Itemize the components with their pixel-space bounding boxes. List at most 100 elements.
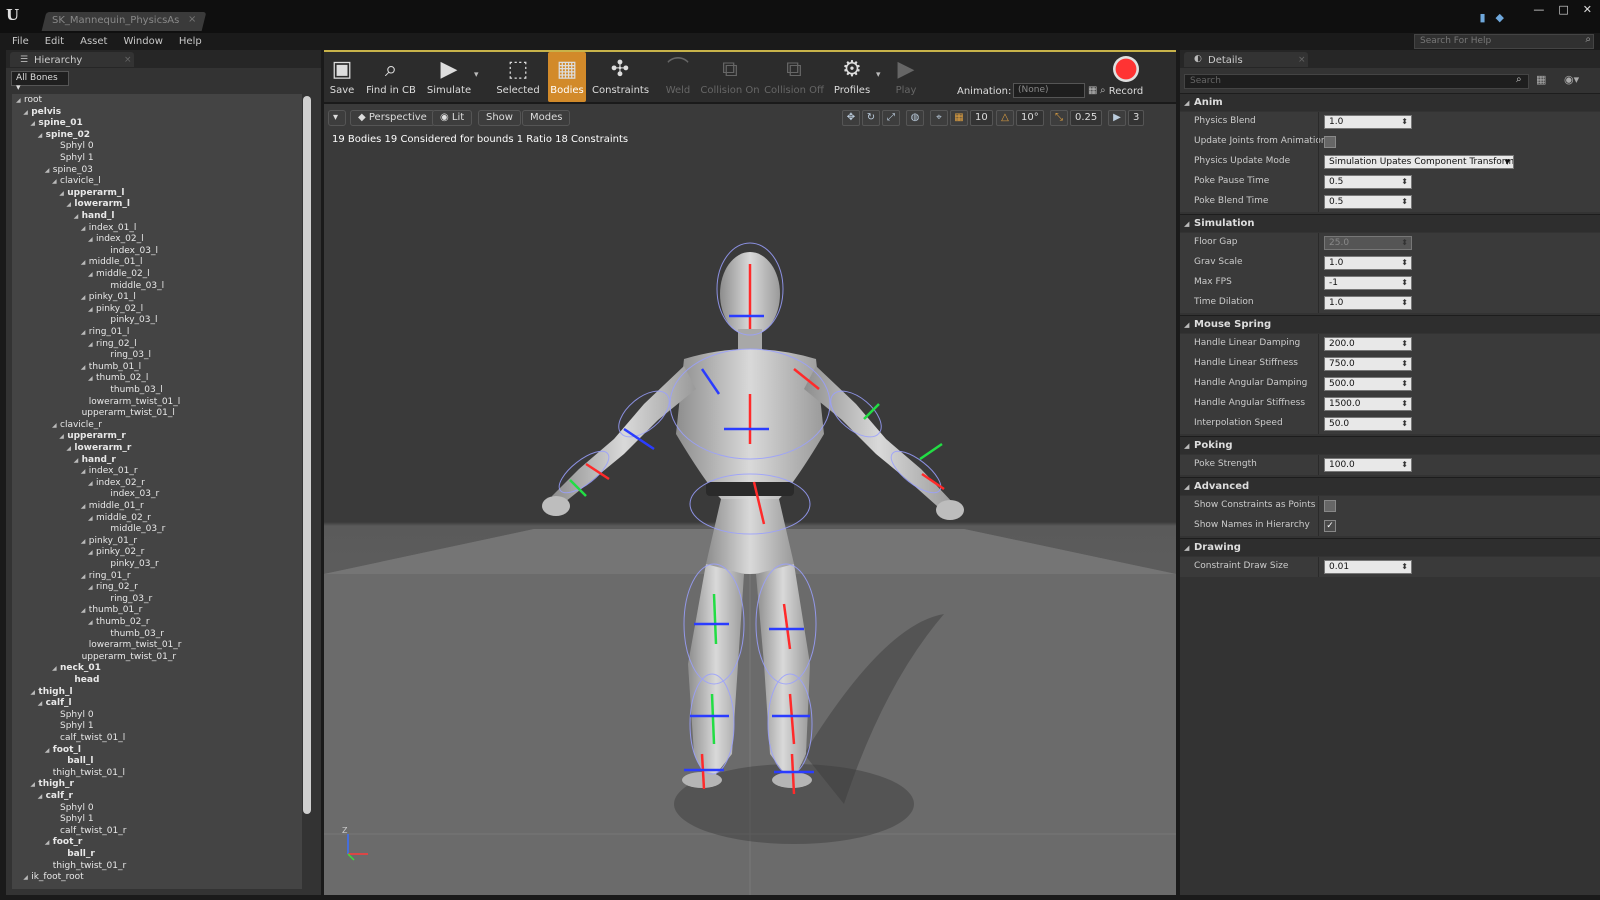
expand-arrow-icon[interactable]: ◢ [38,791,46,803]
camera-speed-icon[interactable]: ▶ [1108,110,1126,126]
grid-snap-value[interactable]: 10 [970,110,993,126]
lit-button[interactable]: ◉ Lit [432,110,473,126]
bone-row[interactable]: ◢ ring_02_l [88,339,137,351]
expand-arrow-icon[interactable]: ◢ [23,872,31,884]
number-field[interactable]: 1.0 ⬍ [1324,115,1412,129]
bone-row[interactable]: Sphyl 0 [52,710,94,722]
bone-row[interactable]: ◢ middle_01_l [81,257,143,269]
help-search-input[interactable]: Search For Help [1414,34,1594,49]
spin-arrows-icon[interactable]: ⬍ [1401,257,1408,269]
bodies-button[interactable]: ▦ Bodies [548,52,586,102]
spin-arrows-icon[interactable]: ⬍ [1401,176,1408,188]
collapse-arrow-icon[interactable]: ◢ [1184,94,1189,112]
translate-icon[interactable]: ✥ [842,110,860,126]
viewport-options-button[interactable]: ▾ [328,110,346,126]
bone-row[interactable]: ball_l [59,756,93,768]
expand-arrow-icon[interactable]: ◢ [81,327,89,339]
column-divider[interactable] [1318,152,1319,172]
category-poking[interactable]: ◢ Poking [1180,436,1600,454]
surface-snap-icon[interactable]: ⌖ [930,110,948,126]
bone-row[interactable]: ◢ hand_r [74,455,116,467]
checkbox[interactable] [1324,500,1336,512]
expand-arrow-icon[interactable]: ◢ [81,257,89,269]
viewport[interactable]: ▾ ◆ Perspective ◉ Lit Show Modes ✥ ↻ ⤢ ◍… [324,104,1176,895]
bone-row[interactable]: ◢ thumb_01_l [81,362,141,374]
bone-row[interactable]: ◢ thigh_r [30,779,74,791]
expand-arrow-icon[interactable]: ◢ [88,339,96,351]
details-tab-close-icon[interactable]: × [1298,55,1306,65]
bone-row[interactable]: ring_03_l [102,350,151,362]
expand-arrow-icon[interactable]: ◢ [88,547,96,559]
number-field[interactable]: 1.0 ⬍ [1324,296,1412,310]
column-divider[interactable] [1318,414,1319,434]
column-divider[interactable] [1318,354,1319,374]
window-close-icon[interactable]: ✕ [1583,3,1592,16]
number-field[interactable]: -1 ⬍ [1324,276,1412,290]
expand-arrow-icon[interactable]: ◢ [23,107,31,119]
bone-row[interactable]: lowerarm_twist_01_l [81,397,181,409]
column-divider[interactable] [1318,334,1319,354]
notification-icon[interactable]: ▮ [1479,11,1485,24]
bone-row[interactable]: ◢ thumb_02_l [88,373,148,385]
bone-row[interactable]: ◢ index_02_l [88,234,144,246]
bone-row[interactable]: ◢ foot_l [45,745,81,757]
expand-arrow-icon[interactable]: ◢ [88,617,96,629]
expand-arrow-icon[interactable]: ◢ [88,234,96,246]
bone-row[interactable]: pinky_03_r [102,559,158,571]
expand-arrow-icon[interactable]: ◢ [45,837,53,849]
play-button[interactable]: ▶ Play [888,52,924,102]
bone-row[interactable]: Sphyl 1 [52,721,94,733]
column-divider[interactable] [1318,172,1319,192]
column-divider[interactable] [1318,496,1319,516]
column-divider[interactable] [1318,233,1319,253]
bone-row[interactable]: ball_r [59,849,95,861]
checkbox[interactable] [1324,136,1336,148]
bone-row[interactable]: ◢ pinky_01_l [81,292,136,304]
spin-arrows-icon[interactable]: ⬍ [1401,378,1408,390]
column-divider[interactable] [1318,192,1319,212]
expand-arrow-icon[interactable]: ◢ [81,362,89,374]
column-divider[interactable] [1318,253,1319,273]
expand-arrow-icon[interactable]: ◢ [88,478,96,490]
expand-arrow-icon[interactable]: ◢ [52,420,60,432]
number-field[interactable]: 1.0 ⬍ [1324,256,1412,270]
details-tab[interactable]: ◐ Details × [1184,52,1308,67]
animation-selector[interactable]: (None) [1013,83,1085,98]
profiles-options-icon[interactable]: ▾ [876,70,881,80]
bone-row[interactable]: lowerarm_twist_01_r [81,640,182,652]
bone-row[interactable]: ◢ thumb_01_r [81,605,143,617]
show-button[interactable]: Show [478,110,521,126]
bone-row[interactable]: middle_03_r [102,524,165,536]
rotation-snap-value[interactable]: 10° [1016,110,1044,126]
bone-row[interactable]: ◢ pinky_02_l [88,304,143,316]
scale-icon[interactable]: ⤢ [882,110,900,126]
bone-row[interactable]: ◢ index_02_r [88,478,145,490]
grid-icon[interactable]: ▦ [1088,85,1097,96]
number-field[interactable]: 1500.0 ⬍ [1324,397,1412,411]
search-icon[interactable]: ⌕ [1516,74,1522,85]
bone-row[interactable]: ◢ ring_01_r [81,571,131,583]
camera-speed-value[interactable]: 3 [1128,110,1145,126]
menu-edit[interactable]: Edit [45,33,64,50]
expand-arrow-icon[interactable]: ◢ [81,571,89,583]
expand-arrow-icon[interactable]: ◢ [81,292,89,304]
bone-row[interactable]: calf_twist_01_l [52,733,125,745]
collapse-arrow-icon[interactable]: ◢ [1184,215,1189,233]
minimize-icon[interactable]: — [1533,3,1544,16]
simulate-options-icon[interactable]: ▾ [474,70,479,80]
number-field[interactable]: 750.0 ⬍ [1324,357,1412,371]
expand-arrow-icon[interactable]: ◢ [88,269,96,281]
bone-row[interactable]: ◢ neck_01 [52,663,101,675]
expand-arrow-icon[interactable]: ◢ [59,188,67,200]
expand-arrow-icon[interactable]: ◢ [81,501,89,513]
spin-arrows-icon[interactable]: ⬍ [1401,358,1408,370]
bone-row[interactable]: thigh_twist_01_r [45,861,126,873]
bone-row[interactable]: head [66,675,99,687]
bone-row[interactable]: ◢ middle_02_l [88,269,150,281]
expand-arrow-icon[interactable]: ◢ [81,605,89,617]
column-divider[interactable] [1318,516,1319,536]
expand-arrow-icon[interactable]: ◢ [81,536,89,548]
category-anim[interactable]: ◢ Anim [1180,93,1600,111]
expand-arrow-icon[interactable]: ◢ [59,431,67,443]
rotation-snap-icon[interactable]: △ [996,110,1014,126]
